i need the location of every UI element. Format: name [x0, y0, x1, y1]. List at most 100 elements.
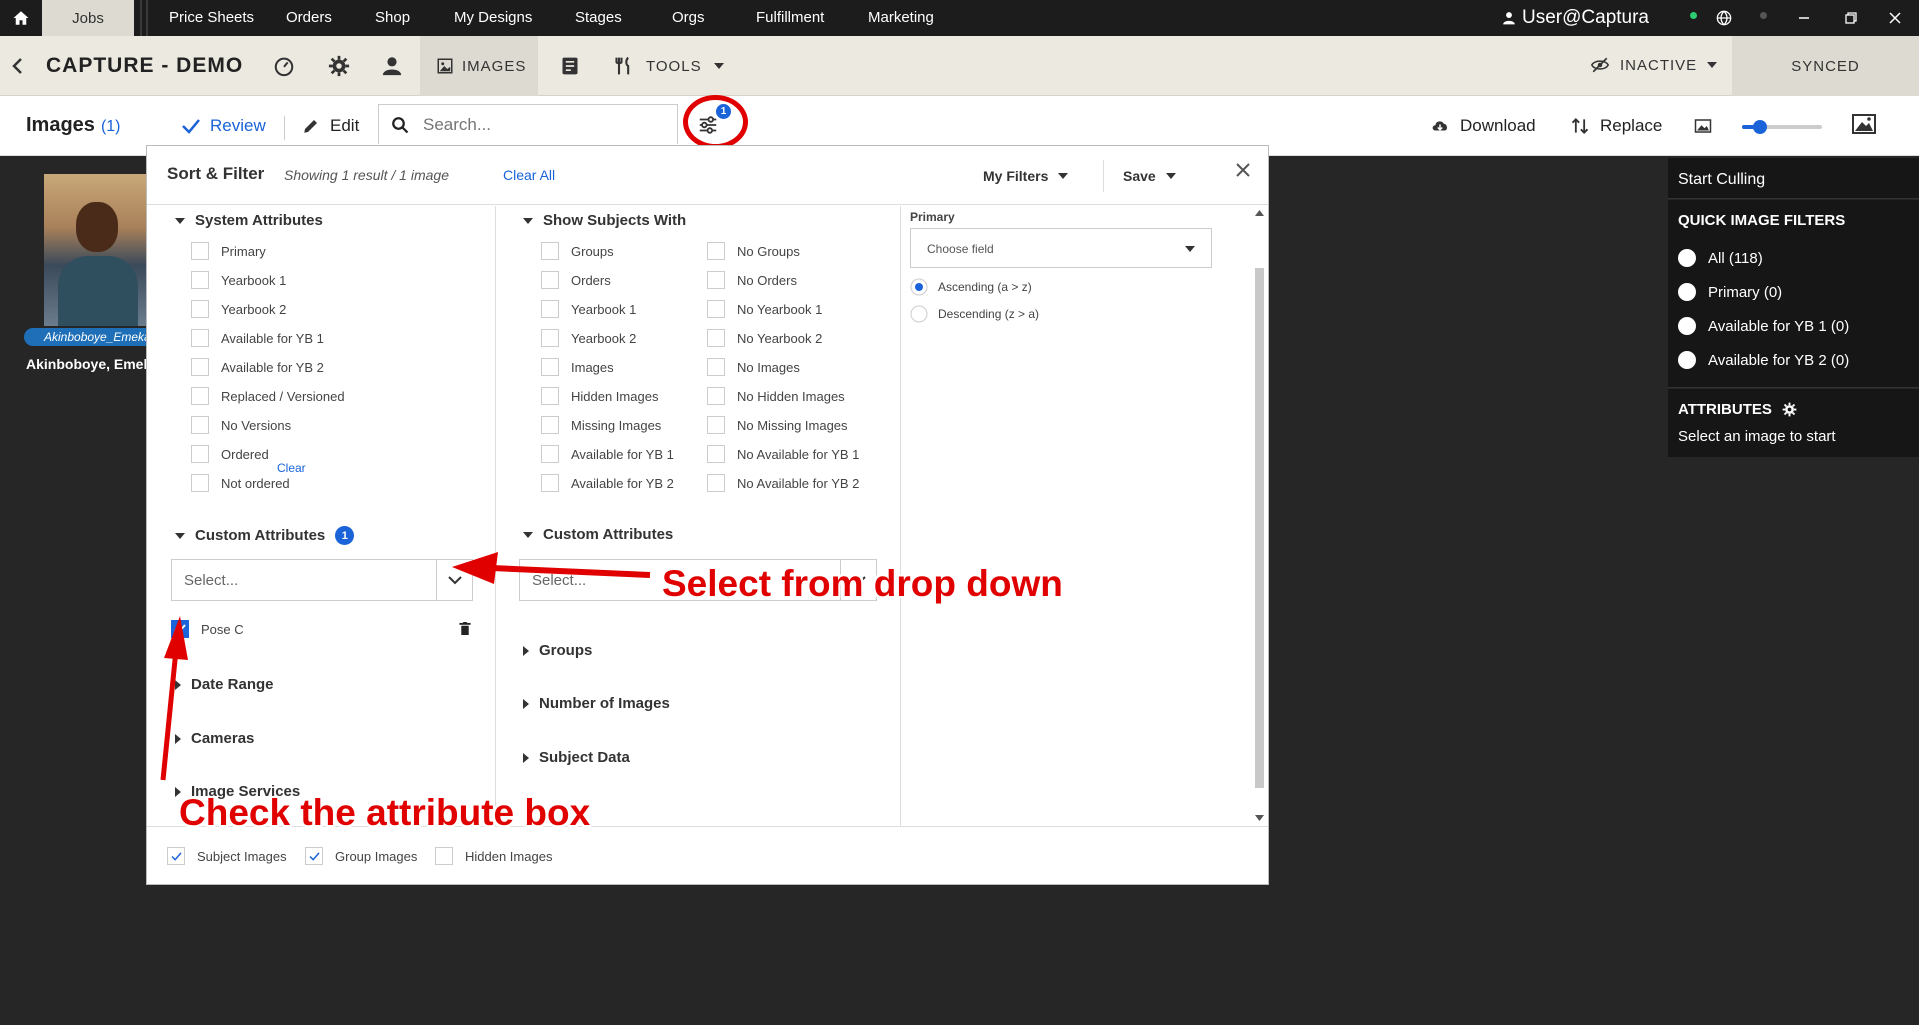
- checkbox-unchecked[interactable]: [191, 387, 209, 405]
- radio-button[interactable]: [1678, 351, 1696, 369]
- show-subject-checkbox[interactable]: Images: [541, 358, 614, 376]
- tab-images[interactable]: IMAGES: [420, 36, 538, 96]
- user-menu[interactable]: User@Captura: [1502, 7, 1649, 29]
- my-filters-dropdown[interactable]: My Filters: [983, 168, 1069, 184]
- show-subject-checkbox[interactable]: Yearbook 2: [541, 329, 636, 347]
- gear-icon[interactable]: [1782, 402, 1797, 417]
- checkbox-unchecked[interactable]: [191, 445, 209, 463]
- sort-descending-option[interactable]: Descending (z > a): [910, 305, 1039, 323]
- show-subject-negated-checkbox[interactable]: No Images: [707, 358, 800, 376]
- show-subject-negated-checkbox[interactable]: No Available for YB 2: [707, 474, 859, 492]
- show-subjects-header[interactable]: Show Subjects With: [523, 212, 686, 229]
- hidden-images-toggle[interactable]: Hidden Images: [435, 847, 552, 865]
- checkbox-unchecked[interactable]: [707, 242, 725, 260]
- checkbox-unchecked[interactable]: [541, 358, 559, 376]
- date-range-header[interactable]: Date Range: [175, 676, 274, 693]
- checkbox-checked[interactable]: [171, 620, 189, 638]
- checkbox-unchecked[interactable]: [707, 271, 725, 289]
- show-subject-negated-checkbox[interactable]: No Orders: [707, 271, 797, 289]
- chevron-down-icon[interactable]: [436, 560, 472, 600]
- review-mode-button[interactable]: Review: [182, 116, 266, 136]
- quick-filter-all[interactable]: All (118): [1678, 241, 1909, 275]
- checkbox-unchecked[interactable]: [191, 271, 209, 289]
- show-subject-checkbox[interactable]: Available for YB 1: [541, 445, 674, 463]
- show-subject-negated-checkbox[interactable]: No Groups: [707, 242, 800, 260]
- quick-filter-yb2[interactable]: Available for YB 2 (0): [1678, 343, 1909, 377]
- nav-orders[interactable]: Orders: [286, 9, 332, 26]
- custom-attributes-header-2[interactable]: Custom Attributes: [523, 526, 673, 543]
- checkbox-unchecked[interactable]: [191, 329, 209, 347]
- checkbox-unchecked[interactable]: [707, 416, 725, 434]
- checkbox-unchecked[interactable]: [541, 329, 559, 347]
- checkbox-unchecked[interactable]: [435, 847, 453, 865]
- custom-attributes-header[interactable]: Custom Attributes 1: [175, 526, 355, 545]
- subject-data-header[interactable]: Subject Data: [523, 749, 630, 766]
- checkbox-unchecked[interactable]: [191, 358, 209, 376]
- checkbox-unchecked[interactable]: [541, 242, 559, 260]
- globe-icon[interactable]: [1714, 8, 1734, 28]
- group-images-toggle[interactable]: Group Images: [305, 847, 417, 865]
- checkbox-unchecked[interactable]: [707, 358, 725, 376]
- radio-button[interactable]: [1678, 249, 1696, 267]
- system-attribute-checkbox[interactable]: Available for YB 1: [191, 329, 324, 347]
- gear-icon[interactable]: [327, 54, 351, 78]
- system-attribute-checkbox[interactable]: Primary: [191, 242, 266, 260]
- close-icon[interactable]: [1885, 8, 1905, 28]
- close-icon[interactable]: [1235, 162, 1251, 178]
- nav-price-sheets[interactable]: Price Sheets: [169, 9, 254, 26]
- download-button[interactable]: Download: [1430, 116, 1536, 136]
- show-subject-checkbox[interactable]: Orders: [541, 271, 611, 289]
- search-input[interactable]: [421, 113, 651, 136]
- cameras-header[interactable]: Cameras: [175, 730, 254, 747]
- nav-marketing[interactable]: Marketing: [868, 9, 934, 26]
- show-subject-negated-checkbox[interactable]: No Missing Images: [707, 416, 848, 434]
- nav-shop[interactable]: Shop: [375, 9, 410, 26]
- checkbox-unchecked[interactable]: [707, 300, 725, 318]
- system-attribute-checkbox[interactable]: Replaced / Versioned: [191, 387, 345, 405]
- checkbox-unchecked[interactable]: [191, 416, 209, 434]
- thumbnail-size-slider[interactable]: [1742, 120, 1822, 134]
- radio-button[interactable]: [1678, 283, 1696, 301]
- system-attribute-checkbox[interactable]: Yearbook 1: [191, 271, 286, 289]
- custom-attributes-clear-link[interactable]: Clear: [277, 461, 306, 475]
- checkbox-unchecked[interactable]: [541, 387, 559, 405]
- restore-icon[interactable]: [1841, 8, 1861, 28]
- radio-button[interactable]: [1678, 317, 1696, 335]
- groups-header[interactable]: Groups: [523, 642, 592, 659]
- checkbox-unchecked[interactable]: [541, 271, 559, 289]
- scroll-up-icon[interactable]: [1255, 210, 1264, 216]
- checkbox-unchecked[interactable]: [191, 242, 209, 260]
- quick-filter-primary[interactable]: Primary (0): [1678, 275, 1909, 309]
- nav-stages[interactable]: Stages: [575, 9, 622, 26]
- large-image-size-icon[interactable]: [1852, 114, 1876, 134]
- checkbox-unchecked[interactable]: [541, 474, 559, 492]
- checkbox-unchecked[interactable]: [541, 416, 559, 434]
- checkbox-unchecked[interactable]: [541, 300, 559, 318]
- sort-ascending-option[interactable]: Ascending (a > z): [910, 278, 1032, 296]
- checkbox-checked[interactable]: [305, 847, 323, 865]
- status-dropdown[interactable]: INACTIVE: [1590, 56, 1718, 74]
- image-thumbnail[interactable]: [44, 174, 150, 326]
- show-subject-checkbox[interactable]: Yearbook 1: [541, 300, 636, 318]
- system-attributes-header[interactable]: System Attributes: [175, 212, 323, 229]
- image-tag[interactable]: Akinboboye_Emeka: [24, 328, 150, 346]
- person-icon[interactable]: [380, 54, 404, 78]
- subject-images-toggle[interactable]: Subject Images: [167, 847, 287, 865]
- show-subject-negated-checkbox[interactable]: No Yearbook 2: [707, 329, 822, 347]
- dashboard-icon[interactable]: [272, 54, 296, 78]
- clear-all-link[interactable]: Clear All: [503, 167, 555, 183]
- scroll-down-icon[interactable]: [1255, 815, 1264, 821]
- back-arrow-icon[interactable]: [6, 54, 30, 78]
- scrollbar-thumb[interactable]: [1255, 268, 1264, 788]
- nav-my-designs[interactable]: My Designs: [454, 9, 532, 26]
- nav-orgs[interactable]: Orgs: [672, 9, 705, 26]
- show-subject-checkbox[interactable]: Hidden Images: [541, 387, 658, 405]
- modal-scrollbar[interactable]: [1253, 208, 1265, 823]
- small-image-size-icon[interactable]: [1694, 118, 1712, 134]
- show-subject-negated-checkbox[interactable]: No Yearbook 1: [707, 300, 822, 318]
- show-subject-checkbox[interactable]: Missing Images: [541, 416, 661, 434]
- checkbox-unchecked[interactable]: [191, 474, 209, 492]
- trash-icon[interactable]: [459, 622, 471, 635]
- system-attribute-checkbox[interactable]: No Versions: [191, 416, 291, 434]
- report-icon[interactable]: [558, 54, 582, 78]
